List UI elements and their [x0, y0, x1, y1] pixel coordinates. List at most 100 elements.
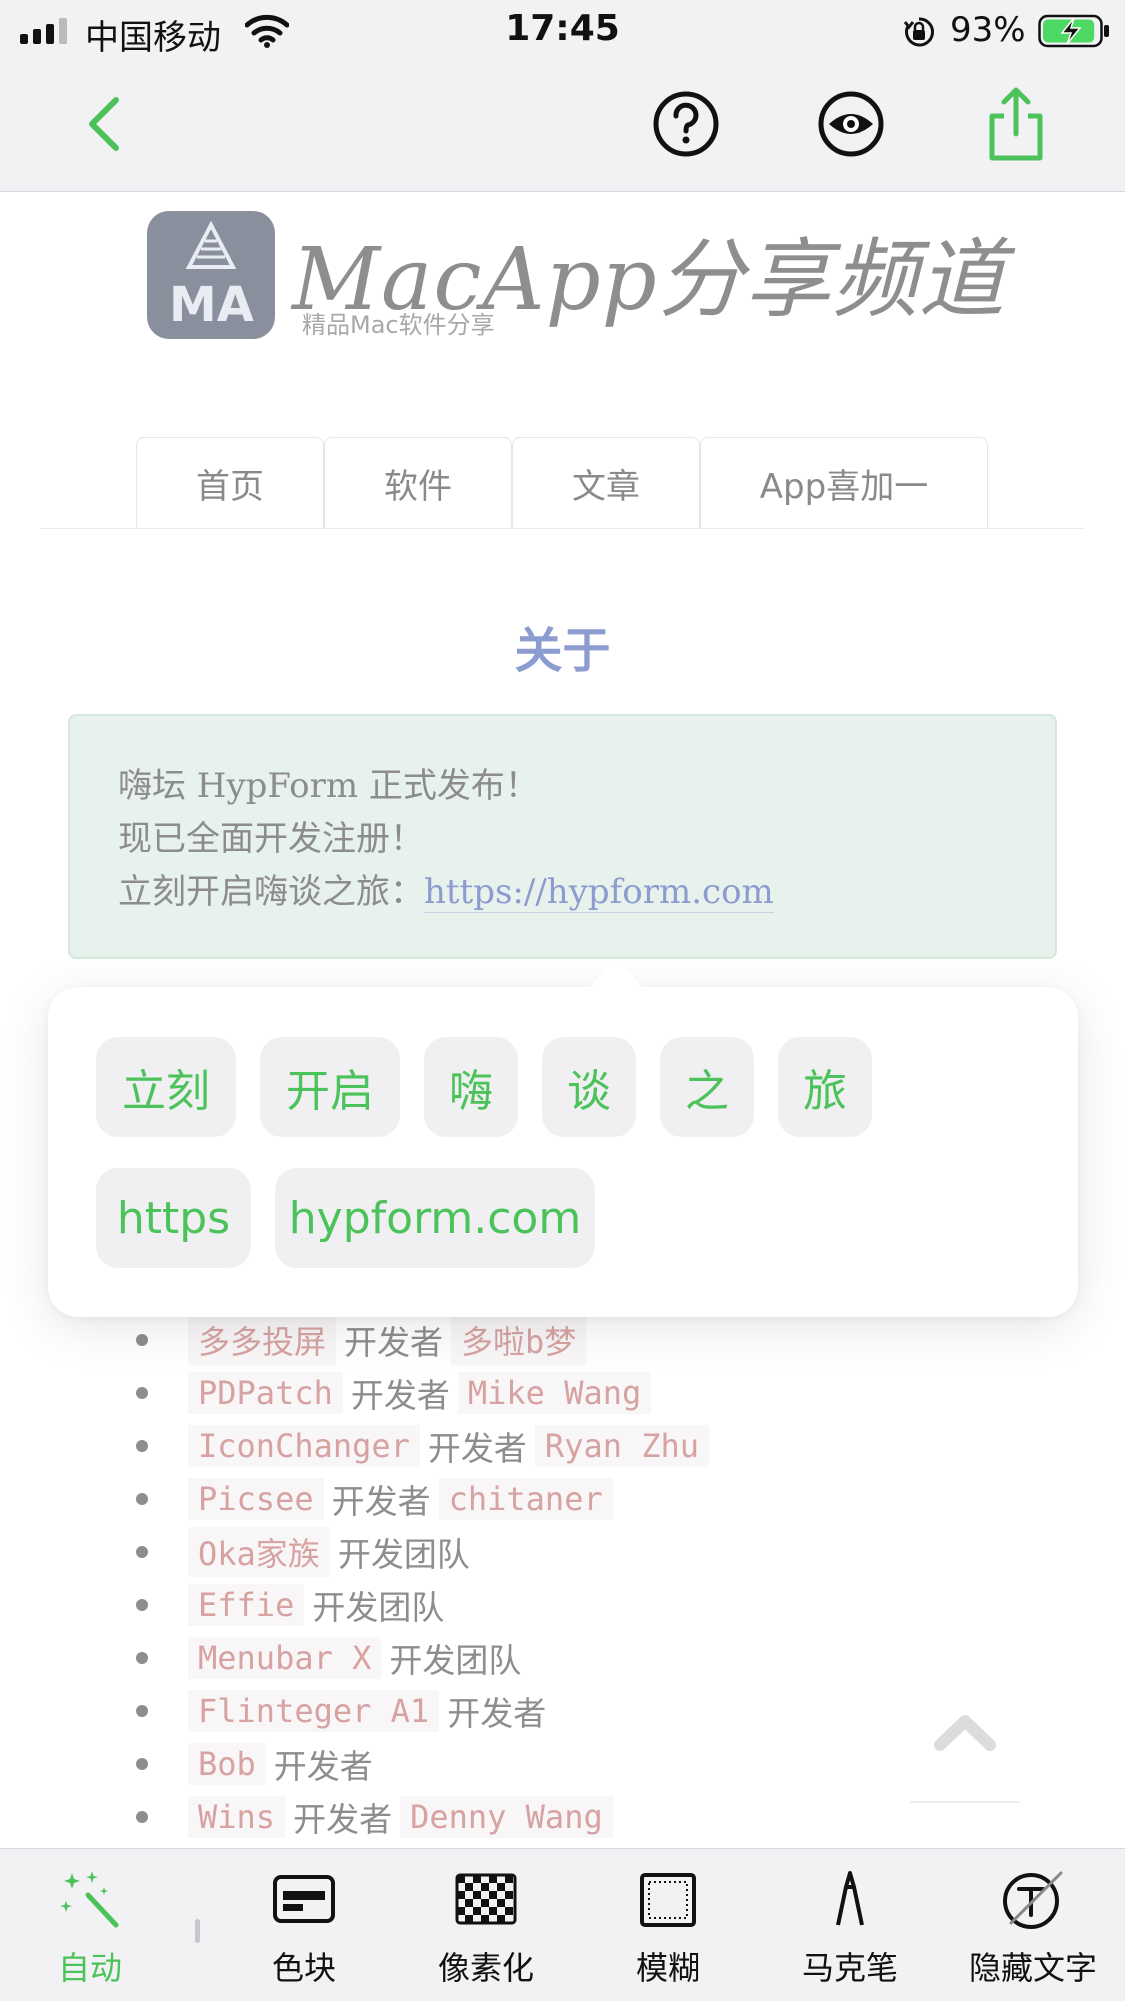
- role: 开发团队: [337, 1534, 470, 1574]
- navigation-bar: [0, 62, 1125, 192]
- back-chevron-icon: [89, 97, 119, 151]
- chevron-up-icon: [934, 1715, 996, 1751]
- role: 开发者: [447, 1693, 547, 1733]
- tool-blur[interactable]: 模糊: [588, 1869, 748, 1989]
- page-title: 关于: [514, 623, 611, 679]
- role: 开发者: [293, 1799, 393, 1839]
- share-icon: [989, 87, 1043, 161]
- tool-label: 自动: [57, 1949, 122, 1987]
- app-name: PDPatch: [188, 1371, 343, 1414]
- color-block-icon: [273, 1875, 335, 1923]
- hide-text-icon: [1003, 1871, 1063, 1929]
- tool-label: 像素化: [437, 1949, 534, 1987]
- word-chip[interactable]: 旅: [778, 1037, 872, 1137]
- logo-pyramid-icon: MA: [169, 221, 254, 329]
- role: 开发者: [344, 1322, 444, 1362]
- list-item: PDPatch 开发者 Mike Wang: [130, 1366, 709, 1419]
- list-item: IconChanger 开发者 Ryan Zhu: [130, 1419, 710, 1472]
- tool-auto[interactable]: 自动: [10, 1869, 170, 1989]
- bullet: [136, 1386, 148, 1399]
- eye-icon: [818, 91, 884, 157]
- word-chip[interactable]: https: [96, 1168, 251, 1268]
- developer-name: Mike Wang: [457, 1371, 652, 1414]
- preview-button[interactable]: [813, 86, 889, 162]
- developer-name: 多啦b梦: [451, 1314, 587, 1365]
- list-item: Wins 开发者 Denny Wang: [130, 1790, 709, 1843]
- app-name: Menubar X: [188, 1636, 382, 1679]
- developer-name: Denny Wang: [400, 1795, 613, 1838]
- hypform-link[interactable]: https://hypform.com: [424, 872, 774, 913]
- role: 开发团队: [312, 1587, 445, 1627]
- tab-software[interactable]: 软件: [324, 437, 512, 529]
- app-name: Oka家族: [188, 1526, 330, 1577]
- popover-arrow: [588, 959, 644, 989]
- tool-label: 马克笔: [801, 1949, 898, 1987]
- bullet: [136, 1439, 148, 1452]
- back-button[interactable]: [66, 86, 142, 162]
- tool-label: 模糊: [635, 1949, 700, 1987]
- share-button[interactable]: [978, 86, 1054, 162]
- role: 开发者: [427, 1428, 527, 1468]
- status-bar: 中国移动 17:45 93%: [0, 0, 1125, 62]
- announcement-box: 嗨坛 HypForm 正式发布！ 现已全面开发注册！ 立刻开启嗨谈之旅：http…: [68, 714, 1057, 959]
- tab-app-giveaway[interactable]: App喜加一: [700, 437, 988, 529]
- redaction-toolbar: 自动 色块 像素化 模糊 马克笔 隐藏文字: [0, 1848, 1125, 2001]
- back-to-top-button[interactable]: [910, 1693, 1020, 1803]
- tab-articles[interactable]: 文章: [512, 437, 700, 529]
- bullet: [136, 1492, 148, 1505]
- role: 开发团队: [389, 1640, 522, 1680]
- notice-line-3: 立刻开启嗨谈之旅：https://hypform.com: [118, 866, 1007, 919]
- list-item: Flinteger A1 开发者: [130, 1684, 709, 1737]
- list-item: Picsee 开发者 chitaner: [130, 1472, 709, 1525]
- role: 开发者: [350, 1375, 450, 1415]
- list-item: Menubar X 开发团队: [130, 1631, 709, 1684]
- tab-home[interactable]: 首页: [136, 437, 324, 529]
- app-name: Flinteger A1: [188, 1689, 440, 1732]
- battery-percentage: 93%: [950, 10, 1026, 50]
- list-item: Oka家族 开发团队: [130, 1525, 709, 1578]
- site-nav: 首页 软件 文章 App喜加一: [136, 437, 988, 529]
- tool-pixelate[interactable]: 像素化: [406, 1869, 566, 1989]
- tool-label: 隐藏文字: [968, 1949, 1097, 1987]
- app-name: Picsee: [188, 1477, 324, 1520]
- help-circle-icon: [653, 91, 719, 157]
- marker-icon: [836, 1871, 864, 1926]
- app-name: IconChanger: [188, 1424, 420, 1467]
- app-name: Effie: [188, 1583, 305, 1626]
- help-button[interactable]: [648, 86, 724, 162]
- word-chip[interactable]: 嗨: [424, 1037, 518, 1137]
- word-chip[interactable]: 谈: [542, 1037, 636, 1137]
- list-item: 多多投屏 开发者 多啦b梦: [130, 1313, 709, 1366]
- role: 开发者: [273, 1746, 373, 1786]
- notice-line-3-prefix: 立刻开启嗨谈之旅：: [118, 872, 424, 912]
- bullet: [136, 1651, 148, 1664]
- bullet: [136, 1333, 148, 1346]
- developer-list: 多多投屏 开发者 多啦b梦 PDPatch 开发者 Mike Wang IconChan…: [130, 1313, 710, 1843]
- site-subtitle: 精品Mac软件分享: [302, 311, 495, 339]
- tool-hide-text[interactable]: 隐藏文字: [953, 1869, 1113, 1989]
- word-chip[interactable]: hypform.com: [275, 1168, 595, 1268]
- site-logo[interactable]: MA: [147, 211, 275, 339]
- pixelate-icon: [455, 1873, 517, 1925]
- bullet: [136, 1757, 148, 1770]
- word-chip[interactable]: 之: [660, 1037, 754, 1137]
- app-name: Bob: [188, 1742, 266, 1785]
- bullet: [136, 1598, 148, 1611]
- tool-marker[interactable]: 马克笔: [770, 1869, 930, 1989]
- list-item: Effie 开发团队: [130, 1578, 709, 1631]
- bullet: [136, 1545, 148, 1558]
- orientation-lock-icon: [903, 17, 935, 47]
- word-chip[interactable]: 立刻: [96, 1037, 236, 1137]
- developer-name: Ryan Zhu: [534, 1424, 710, 1467]
- toolbar-divider: [195, 1919, 200, 1943]
- tool-color-block[interactable]: 色块: [224, 1869, 384, 1989]
- app-name: 多多投屏: [188, 1314, 337, 1365]
- magic-wand-icon: [60, 1871, 119, 1928]
- word-picker-popover: 立刻 开启 嗨 谈 之 旅 https hypform.com: [48, 959, 1078, 1317]
- notice-line-2: 现已全面开发注册！: [118, 819, 424, 859]
- nav-divider: [40, 528, 1085, 529]
- developer-name: chitaner: [438, 1477, 613, 1520]
- list-item: Bob 开发者: [130, 1737, 709, 1790]
- word-chip[interactable]: 开启: [260, 1037, 400, 1137]
- app-name: Wins: [188, 1795, 286, 1838]
